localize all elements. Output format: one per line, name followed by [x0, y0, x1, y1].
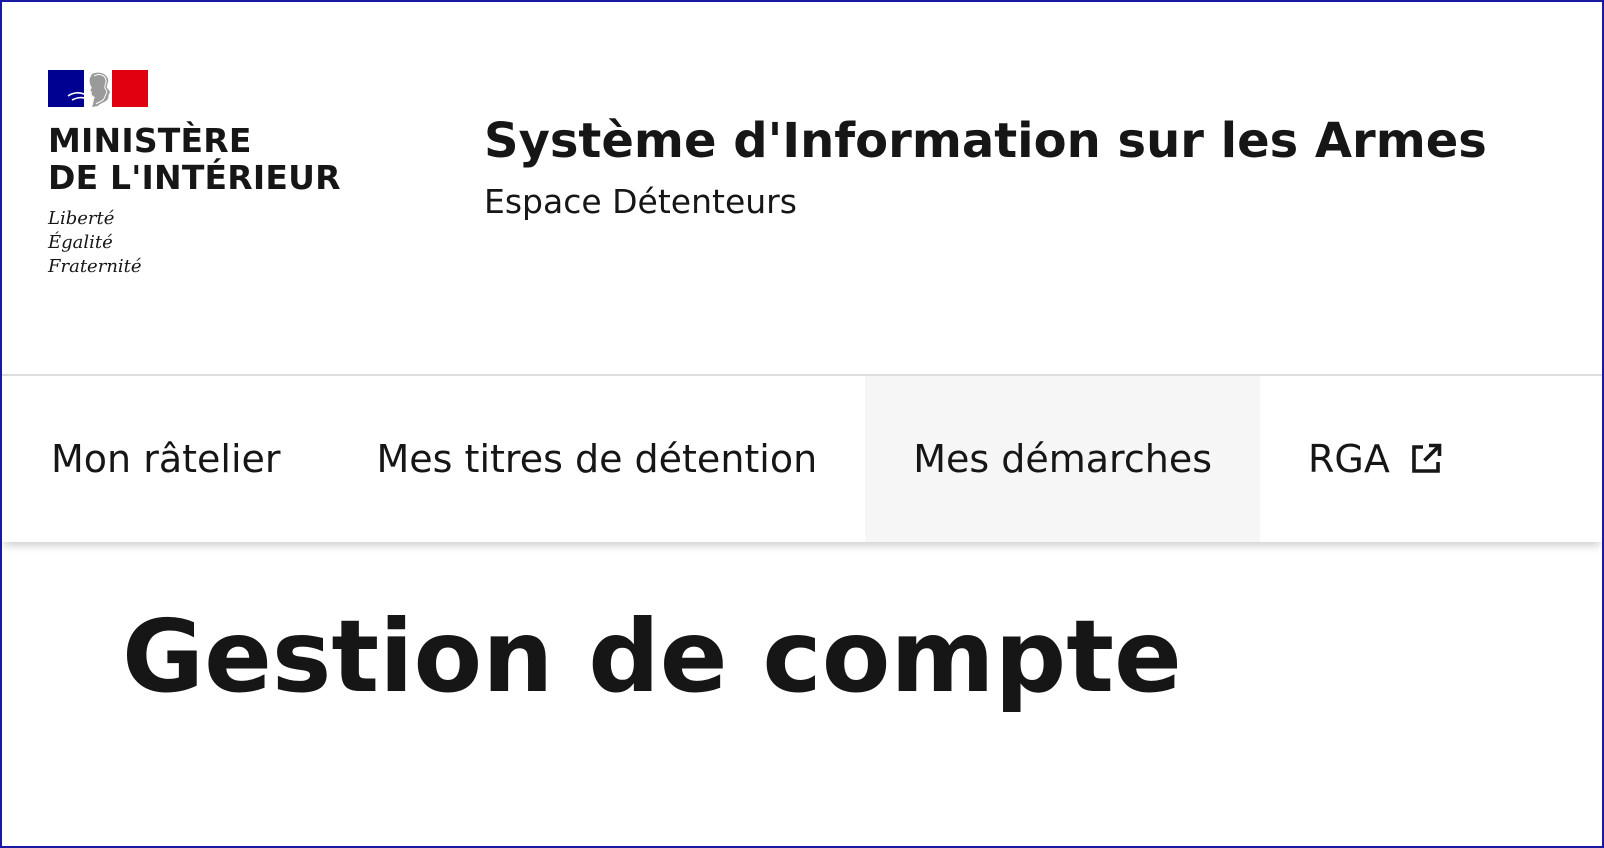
- marianne-flag-icon: [48, 70, 148, 107]
- nav-item-mon-ratelier[interactable]: Mon râtelier: [2, 376, 329, 542]
- site-header: MINISTÈRE DE L'INTÉRIEUR Liberté Égalité…: [2, 2, 1602, 374]
- ministry-line-1: MINISTÈRE: [48, 121, 252, 160]
- nav-item-mes-demarches[interactable]: Mes démarches: [865, 376, 1260, 542]
- nav-item-label: Mes démarches: [913, 437, 1212, 481]
- motto-egalite: Égalité: [48, 232, 113, 253]
- browser-frame: MINISTÈRE DE L'INTÉRIEUR Liberté Égalité…: [0, 0, 1604, 848]
- ministry-line-2: DE L'INTÉRIEUR: [48, 158, 341, 197]
- nav-item-label: Mes titres de détention: [376, 437, 818, 481]
- nav-item-mes-titres-de-detention[interactable]: Mes titres de détention: [329, 376, 866, 542]
- nav-item-label: RGA: [1308, 437, 1390, 481]
- page-title: Gestion de compte: [122, 598, 1182, 715]
- external-link-icon: [1412, 443, 1442, 473]
- main-navigation: Mon râtelier Mes titres de détention Mes…: [2, 374, 1602, 542]
- nav-item-label: Mon râtelier: [51, 437, 281, 481]
- service-title[interactable]: Système d'Information sur les Armes: [484, 110, 1487, 172]
- ministry-logo[interactable]: MINISTÈRE DE L'INTÉRIEUR Liberté Égalité…: [48, 70, 348, 290]
- nav-item-rga[interactable]: RGA: [1260, 376, 1492, 542]
- motto-liberte: Liberté: [48, 208, 115, 229]
- service-tagline: Espace Détenteurs: [484, 182, 797, 221]
- ministry-name: MINISTÈRE DE L'INTÉRIEUR: [48, 122, 341, 196]
- service-info[interactable]: Système d'Information sur les Armes Espa…: [484, 110, 1487, 224]
- republic-motto: Liberté Égalité Fraternité: [48, 207, 142, 279]
- motto-fraternite: Fraternité: [48, 256, 142, 277]
